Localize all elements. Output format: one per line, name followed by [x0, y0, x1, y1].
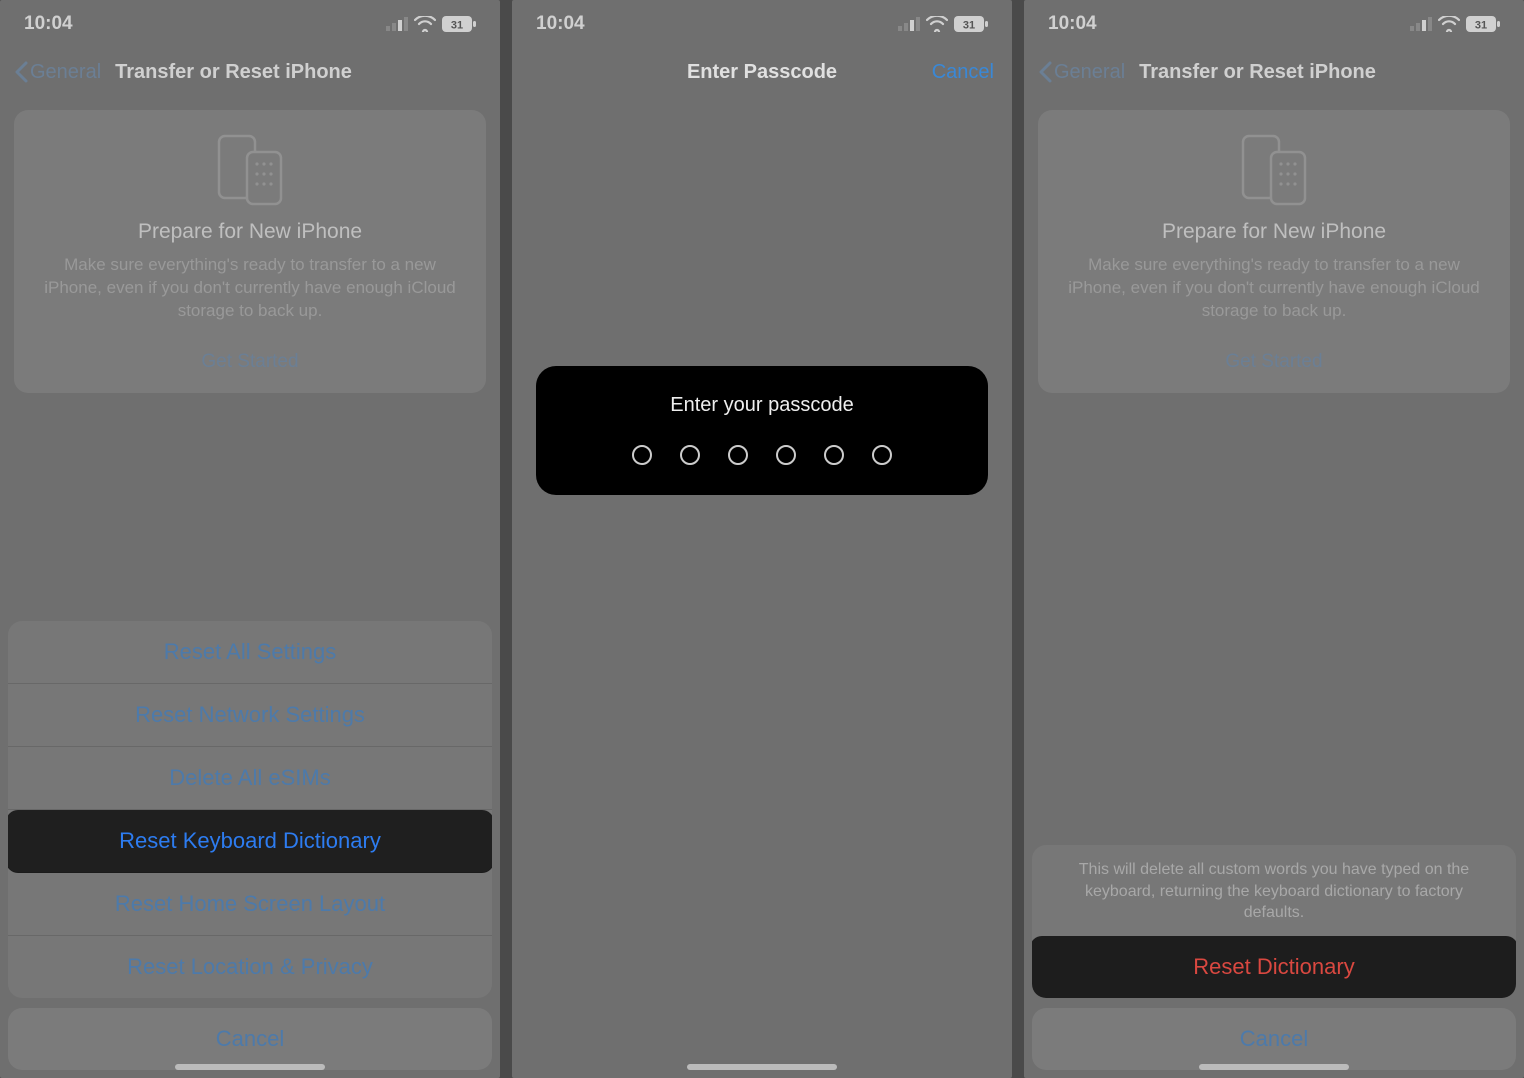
devices-icon	[1056, 134, 1492, 206]
status-icons: 31	[386, 16, 476, 32]
get-started-link[interactable]: Get Started	[32, 351, 468, 373]
status-bar: 10:04 31	[512, 0, 1012, 48]
confirm-sheet: This will delete all custom words you ha…	[1024, 845, 1524, 1078]
wifi-icon	[414, 16, 436, 32]
prepare-card: Prepare for New iPhone Make sure everyth…	[14, 110, 486, 393]
back-button[interactable]: General	[1038, 61, 1125, 84]
reset-network-settings[interactable]: Reset Network Settings	[8, 684, 492, 747]
cellular-icon	[1410, 17, 1432, 31]
back-label: General	[1054, 61, 1125, 84]
cellular-icon	[386, 17, 408, 31]
back-label: General	[30, 61, 101, 84]
home-indicator[interactable]	[175, 1064, 325, 1070]
passcode-dot	[824, 445, 844, 465]
passcode-panel: Enter your passcode	[536, 366, 988, 495]
chevron-left-icon	[1038, 61, 1052, 83]
passcode-prompt: Enter your passcode	[556, 394, 968, 417]
battery-icon: 31	[442, 16, 476, 32]
wifi-icon	[926, 16, 948, 32]
page-title: Enter Passcode	[687, 61, 837, 84]
svg-text:31: 31	[451, 20, 463, 32]
reset-options-list: Reset All Settings Reset Network Setting…	[8, 621, 492, 998]
page-title: Transfer or Reset iPhone	[115, 61, 352, 84]
back-button[interactable]: General	[14, 61, 101, 84]
card-title: Prepare for New iPhone	[32, 220, 468, 244]
card-desc: Make sure everything's ready to transfer…	[1056, 254, 1492, 323]
reset-dictionary-button[interactable]: Reset Dictionary	[1032, 936, 1516, 998]
status-icons: 31	[898, 16, 988, 32]
prepare-card: Prepare for New iPhone Make sure everyth…	[1038, 110, 1510, 393]
delete-all-esims[interactable]: Delete All eSIMs	[8, 747, 492, 810]
passcode-dot	[872, 445, 892, 465]
reset-home-screen-layout[interactable]: Reset Home Screen Layout	[8, 873, 492, 936]
devices-icon	[32, 134, 468, 206]
passcode-dot	[728, 445, 748, 465]
page-title: Transfer or Reset iPhone	[1139, 61, 1376, 84]
nav-bar: General Transfer or Reset iPhone	[0, 48, 500, 96]
passcode-dot	[776, 445, 796, 465]
confirm-message: This will delete all custom words you ha…	[1032, 845, 1516, 936]
battery-icon: 31	[954, 16, 988, 32]
card-title: Prepare for New iPhone	[1056, 220, 1492, 244]
status-time: 10:04	[24, 13, 73, 35]
wifi-icon	[1438, 16, 1460, 32]
reset-keyboard-dictionary[interactable]: Reset Keyboard Dictionary	[8, 810, 492, 873]
confirm-list: This will delete all custom words you ha…	[1032, 845, 1516, 998]
status-time: 10:04	[536, 13, 585, 35]
passcode-dot	[632, 445, 652, 465]
screen-enter-passcode: 10:04 31 Enter Passcode Cancel Enter you…	[512, 0, 1012, 1078]
status-bar: 10:04 31	[0, 0, 500, 48]
passcode-dot	[680, 445, 700, 465]
svg-text:31: 31	[963, 20, 975, 32]
home-indicator[interactable]	[1199, 1064, 1349, 1070]
battery-icon: 31	[1466, 16, 1500, 32]
status-icons: 31	[1410, 16, 1500, 32]
reset-all-settings[interactable]: Reset All Settings	[8, 621, 492, 684]
content: Enter your passcode	[512, 96, 1012, 1078]
reset-location-privacy[interactable]: Reset Location & Privacy	[8, 936, 492, 998]
nav-bar: Enter Passcode Cancel	[512, 48, 1012, 96]
status-bar: 10:04 31	[1024, 0, 1524, 48]
passcode-dots[interactable]	[556, 445, 968, 465]
action-sheet: Reset All Settings Reset Network Setting…	[0, 621, 500, 1078]
screen-confirm-reset: 10:04 31 General Transfer or Reset iPhon…	[1024, 0, 1524, 1078]
cellular-icon	[898, 17, 920, 31]
svg-text:31: 31	[1475, 20, 1487, 32]
get-started-link[interactable]: Get Started	[1056, 351, 1492, 373]
chevron-left-icon	[14, 61, 28, 83]
nav-bar: General Transfer or Reset iPhone	[1024, 48, 1524, 96]
screen-reset-options: 10:04 31 General Transfer or Reset iPhon…	[0, 0, 500, 1078]
card-desc: Make sure everything's ready to transfer…	[32, 254, 468, 323]
cancel-button[interactable]: Cancel	[1032, 1008, 1516, 1070]
cancel-button[interactable]: Cancel	[8, 1008, 492, 1070]
cancel-button[interactable]: Cancel	[932, 61, 994, 84]
home-indicator[interactable]	[687, 1064, 837, 1070]
status-time: 10:04	[1048, 13, 1097, 35]
